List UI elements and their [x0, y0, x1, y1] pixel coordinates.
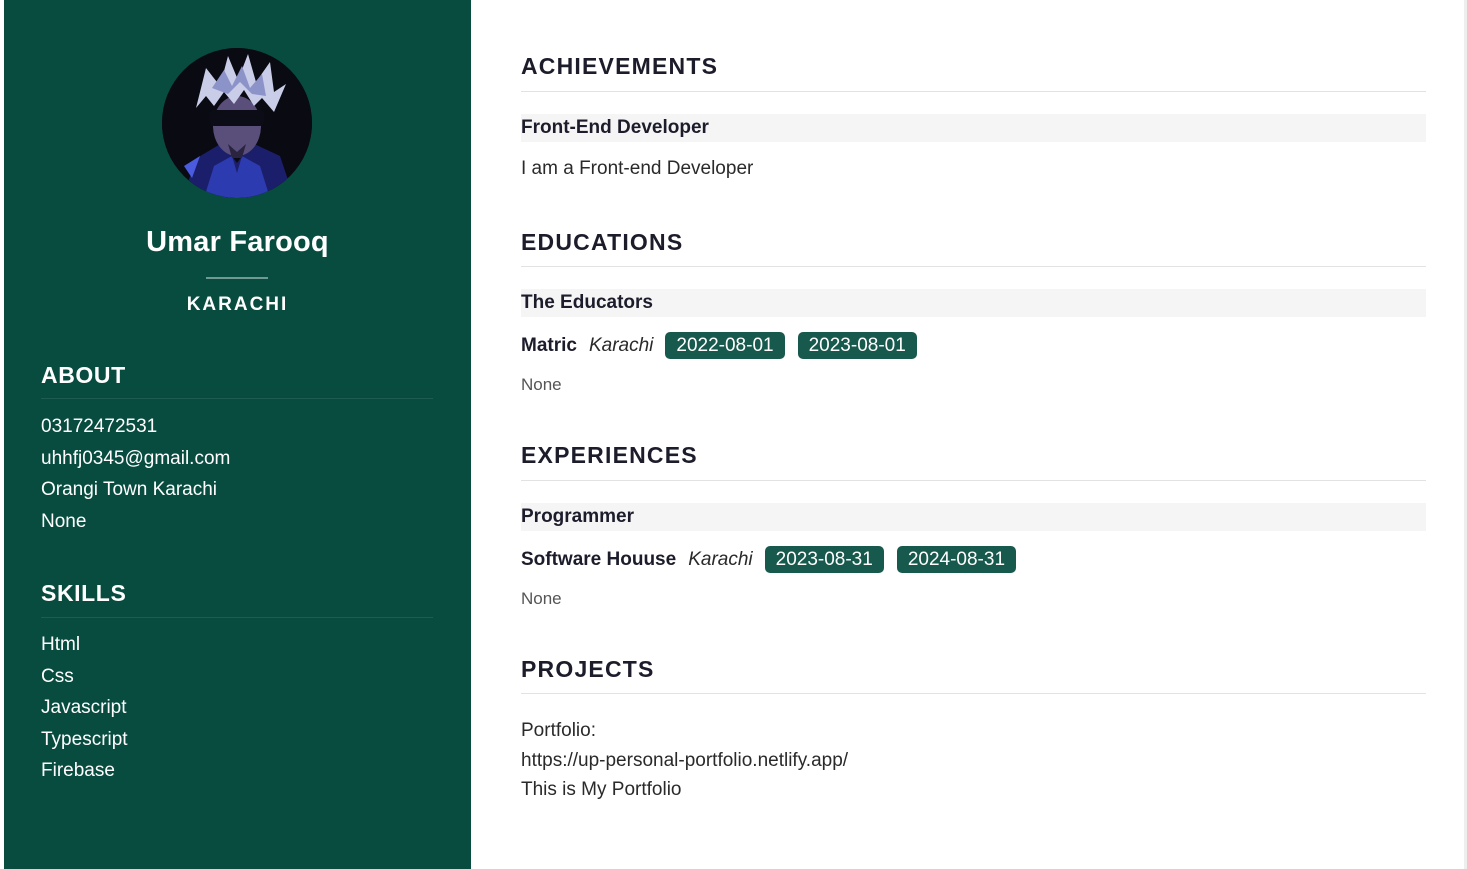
project-url-link[interactable]: https://up-personal-portfolio.netlify.ap…: [521, 746, 848, 776]
about-list: 03172472531 uhhfj0345@gmail.com Orangi T…: [41, 411, 230, 537]
profile-name: Umar Farooq: [146, 226, 329, 258]
skills-divider: [41, 617, 433, 618]
about-extra: None: [41, 510, 87, 532]
projects-heading: PROJECTS: [521, 656, 655, 682]
skill-item: Typescript: [41, 728, 128, 750]
education-title: The Educators: [521, 289, 1426, 317]
project-name: Portfolio:: [521, 720, 596, 741]
experience-title: Programmer: [521, 503, 1426, 531]
education-degree: Matric: [521, 334, 577, 356]
about-email: uhhfj0345@gmail.com: [41, 447, 231, 469]
experience-start-date-badge: 2023-08-31: [764, 546, 884, 573]
skills-heading: SKILLS: [41, 580, 127, 606]
skill-item: Html: [41, 634, 81, 655]
project-description: This is My Portfolio: [521, 779, 682, 800]
about-heading: ABOUT: [41, 362, 126, 388]
education-location: Karachi: [588, 334, 654, 356]
anime-character-avatar-icon: [162, 48, 312, 198]
experience-end-date-badge: 2024-08-31: [896, 546, 1017, 573]
skill-item: Css: [41, 665, 74, 687]
experience-description: None: [521, 589, 562, 608]
experiences-heading: EXPERIENCES: [521, 442, 698, 468]
experiences-divider: [521, 480, 1426, 481]
experience-company: Software Houuse: [521, 548, 677, 570]
education-details: Matric Karachi 2022-08-01 2023-08-01: [521, 332, 930, 359]
project-item: Portfolio: https://up-personal-portfolio…: [521, 716, 848, 805]
skills-list: Html Css Javascript Typescript Firebase: [41, 629, 128, 787]
educations-divider: [521, 266, 1426, 267]
sidebar: Umar Farooq KARACHI ABOUT 03172472531 uh…: [4, 0, 471, 869]
profile-avatar: [162, 48, 312, 198]
achievements-divider: [521, 91, 1426, 92]
experience-location: Karachi: [688, 548, 753, 570]
projects-divider: [521, 693, 1426, 694]
educations-heading: EDUCATIONS: [521, 229, 684, 255]
name-divider: [206, 277, 268, 279]
about-phone: 03172472531: [41, 416, 158, 437]
skill-item: Firebase: [41, 760, 115, 781]
achievement-description: I am a Front-end Developer: [521, 158, 754, 179]
skill-item: Javascript: [41, 697, 127, 718]
about-address: Orangi Town Karachi: [41, 479, 218, 500]
profile-city: KARACHI: [186, 294, 289, 315]
achievement-title: Front-End Developer: [521, 114, 1426, 142]
education-description: None: [521, 375, 562, 394]
education-end-date-badge: 2023-08-01: [797, 332, 917, 359]
achievements-heading: ACHIEVEMENTS: [521, 53, 719, 79]
about-divider: [41, 398, 433, 399]
resume-page: Umar Farooq KARACHI ABOUT 03172472531 uh…: [0, 0, 1467, 869]
education-start-date-badge: 2022-08-01: [665, 332, 785, 359]
experience-details: Software Houuse Karachi 2023-08-31 2024-…: [521, 546, 1029, 573]
